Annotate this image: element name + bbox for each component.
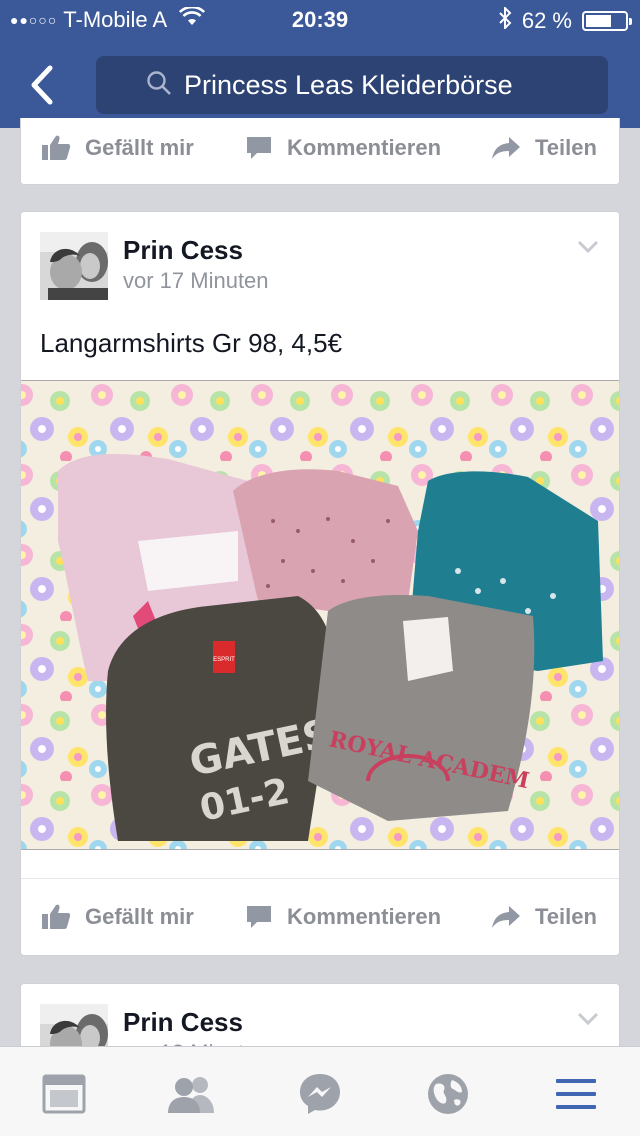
chevron-down-icon [577,240,599,254]
comment-label: Kommentieren [287,135,442,160]
bluetooth-icon [498,5,512,35]
chevron-left-icon [31,65,53,105]
previous-post-actions-card: Gefällt mir Kommentieren Teilen [20,118,620,185]
post-author[interactable]: Prin Cess [123,235,243,266]
share-label: Teilen [535,904,597,929]
back-button[interactable] [24,60,64,110]
messenger-icon [300,1074,340,1114]
share-arrow-icon [492,137,520,159]
post-options-button[interactable] [577,1012,599,1031]
globe-icon [428,1074,468,1114]
post-text: Langarmshirts Gr 98, 4,5€ [40,328,343,358]
post-card: Prin Cess vor 17 Minuten Langarmshirts G… [20,211,620,956]
like-label: Gefällt mir [85,904,194,929]
search-field[interactable]: Princess Leas Kleiderbörse [96,56,608,114]
thumbs-up-icon [42,135,71,160]
thumbs-up-icon [42,904,71,929]
post-timestamp: vor 17 Minuten [123,268,269,293]
like-button[interactable]: Gefällt mir [41,134,194,162]
tab-more[interactable] [546,1069,606,1119]
tab-messenger[interactable] [290,1069,350,1119]
comment-button[interactable]: Kommentieren [245,134,441,162]
status-bar: ●●○○○ T-Mobile A 20:39 62 % [0,0,640,42]
share-label: Teilen [535,135,597,160]
like-label: Gefällt mir [85,135,194,160]
tab-friends[interactable] [160,1069,220,1119]
comment-bubble-icon [247,137,271,159]
tab-bar [0,1046,640,1136]
profile-photo [40,232,108,300]
share-arrow-icon [492,906,520,928]
post-author[interactable]: Prin Cess [123,1007,243,1038]
action-row: Gefällt mir Kommentieren Teilen [21,887,619,947]
comment-button[interactable]: Kommentieren [245,903,441,931]
comment-bubble-icon [247,906,271,928]
post-options-button[interactable] [577,240,599,259]
menu-icon [556,1079,596,1109]
like-button[interactable]: Gefällt mir [41,903,194,931]
battery-percent: 62 % [521,8,572,33]
friends-icon [168,1077,214,1113]
battery-icon [582,11,632,31]
tab-notifications[interactable] [418,1069,478,1119]
shirts-on-flower-blanket-image: ESPRIT GATES 01-2 ROYAL ACADEM [21,381,619,849]
post-photo[interactable]: ESPRIT GATES 01-2 ROYAL ACADEM [21,380,619,850]
divider [21,878,619,879]
avatar[interactable] [40,232,108,300]
top-bar: ●●○○○ T-Mobile A 20:39 62 % Princess Lea… [0,0,640,128]
share-button[interactable]: Teilen [491,904,597,930]
action-row: Gefällt mir Kommentieren Teilen [21,118,621,178]
tab-news-feed[interactable] [34,1069,94,1119]
chevron-down-icon [577,1012,599,1026]
search-text: Princess Leas Kleiderbörse [184,69,513,100]
search-icon [146,70,172,101]
esprit-label-text: ESPRIT [213,657,235,663]
news-feed-icon [42,1074,86,1114]
share-button[interactable]: Teilen [491,135,597,161]
comment-label: Kommentieren [287,904,442,929]
